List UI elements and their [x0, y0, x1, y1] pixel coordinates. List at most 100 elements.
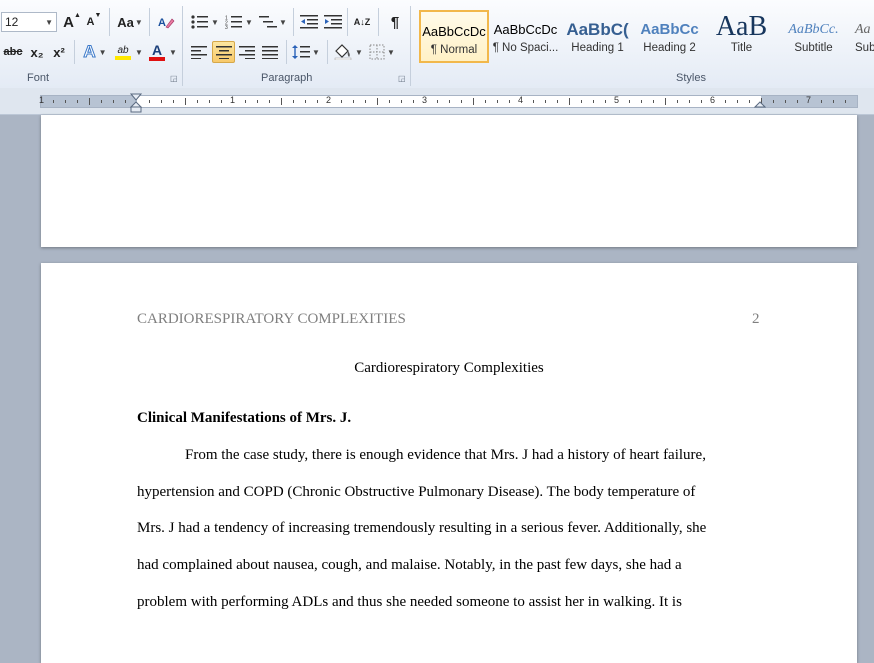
decrease-indent-icon — [300, 15, 318, 29]
clear-formatting-button[interactable]: A — [155, 12, 177, 32]
show-formatting-button[interactable]: ¶ — [384, 12, 406, 32]
ruler-tick — [533, 100, 534, 103]
bullets-dropdown-icon: ▼ — [211, 17, 219, 27]
ruler-tick — [161, 100, 162, 103]
separator — [327, 40, 328, 64]
separator — [293, 8, 294, 36]
ruler-tick — [89, 98, 90, 105]
ruler-tick — [365, 100, 366, 103]
line-spacing-button[interactable]: ▼ — [291, 42, 321, 62]
style-heading-2[interactable]: AaBbCc Heading 2 — [634, 10, 705, 63]
ruler-tick — [113, 100, 114, 103]
svg-text:3: 3 — [225, 25, 228, 29]
separator — [149, 8, 150, 36]
highlight-color-button[interactable]: ab ▼ — [113, 42, 145, 62]
ruler-tick — [209, 100, 210, 103]
separator — [347, 8, 348, 36]
align-right-button[interactable] — [237, 42, 257, 62]
ruler-tick — [581, 100, 582, 103]
subscript-button[interactable]: x₂ — [28, 42, 46, 62]
paragraph-group-label: Paragraph — [261, 72, 313, 84]
ruler-tick — [725, 100, 726, 103]
style-heading-1[interactable]: AaBbC( Heading 1 — [562, 10, 633, 63]
font-size-value: 12 — [5, 15, 19, 29]
justify-button[interactable] — [260, 42, 280, 62]
ruler-tick — [641, 100, 642, 103]
ruler-tick — [749, 100, 750, 103]
ruler-track: 1 1 2 3 4 5 6 7 — [39, 95, 858, 108]
ruler-tick — [305, 100, 306, 103]
grow-arrow-icon: ▲ — [73, 12, 81, 19]
change-case-dropdown-icon: ▼ — [134, 17, 143, 27]
shading-button[interactable]: ▼ — [332, 42, 364, 62]
bullets-button[interactable]: ▼ — [190, 12, 220, 32]
strikethrough-button[interactable]: abc — [2, 42, 24, 62]
text-effects-button[interactable]: A ▼ — [80, 42, 110, 62]
style-no-spacing[interactable]: AaBbCcDc ¶ No Spaci... — [490, 10, 561, 63]
align-right-icon — [239, 45, 255, 59]
ruler-tick — [77, 100, 78, 103]
font-size-dropdown-icon[interactable]: ▼ — [45, 18, 53, 27]
text-effects-dropdown-icon: ▼ — [98, 47, 107, 57]
ruler-tick — [293, 100, 294, 103]
superscript-button[interactable]: x² — [50, 42, 68, 62]
page-2[interactable]: CARDIORESPIRATORY COMPLEXITIES 2 Cardior… — [41, 263, 857, 663]
ruler-tick — [389, 100, 390, 103]
style-normal[interactable]: AaBbCcDc ¶ Normal — [419, 10, 489, 63]
increase-indent-button[interactable] — [322, 12, 344, 32]
ruler-number: 7 — [806, 95, 812, 105]
ruler-tick — [53, 100, 54, 103]
group-separator — [410, 6, 411, 86]
align-center-icon — [215, 45, 232, 59]
ruler-tick — [65, 100, 66, 103]
font-dialog-launcher-icon[interactable]: ◲ — [170, 74, 178, 83]
sort-button[interactable]: A↓Z — [351, 12, 373, 32]
borders-icon — [369, 44, 385, 60]
font-color-button[interactable]: A ▼ — [148, 42, 178, 62]
ruler-tick — [221, 100, 222, 103]
svg-text:A: A — [158, 17, 166, 29]
separator — [378, 8, 379, 36]
numbering-button[interactable]: 123 ▼ — [224, 12, 254, 32]
grow-font-button[interactable]: A ▲ — [63, 12, 81, 32]
decrease-indent-button[interactable] — [298, 12, 320, 32]
align-center-button[interactable] — [212, 41, 235, 63]
ruler-tick — [149, 100, 150, 103]
ruler-number: 6 — [710, 95, 716, 105]
separator — [109, 8, 110, 36]
font-size-box[interactable]: 12 ▼ — [1, 12, 57, 32]
ruler-number: 4 — [518, 95, 524, 105]
indent-markers-icon[interactable] — [130, 88, 142, 114]
change-case-button[interactable]: Aa ▼ — [116, 12, 144, 32]
ruler-ticks — [53, 98, 846, 105]
borders-button[interactable]: ▼ — [367, 42, 397, 62]
ruler-tick — [797, 100, 798, 103]
right-indent-marker-icon[interactable] — [754, 88, 766, 114]
body-line: Mrs. J had a tendency of increasing trem… — [137, 520, 707, 536]
multilevel-list-button[interactable]: ▼ — [258, 12, 288, 32]
font-group-label: Font — [27, 72, 50, 84]
ruler-tick — [341, 100, 342, 103]
align-left-button[interactable] — [189, 42, 209, 62]
horizontal-ruler[interactable]: 1 1 2 3 4 5 6 7 — [0, 88, 874, 115]
multilevel-list-icon — [259, 16, 278, 28]
ruler-tick — [821, 100, 822, 103]
body-line: problem with performing ADLs and thus sh… — [137, 594, 682, 610]
shading-bucket-icon — [334, 44, 352, 60]
ruler-tick — [605, 100, 606, 103]
ruler-tick — [461, 100, 462, 103]
ruler-tick — [449, 100, 450, 103]
ruler-tick — [737, 100, 738, 103]
ruler-tick — [833, 100, 834, 103]
section-heading: Clinical Manifestations of Mrs. J. — [137, 410, 352, 426]
style-subtle-emphasis[interactable]: Aa Sub — [850, 10, 874, 63]
shrink-arrow-icon: ▼ — [94, 12, 102, 19]
style-title[interactable]: AaB Title — [706, 10, 777, 63]
shrink-font-button[interactable]: A ▼ — [85, 12, 103, 32]
page-1-bottom[interactable] — [41, 115, 857, 247]
paragraph-dialog-launcher-icon[interactable]: ◲ — [398, 74, 406, 83]
header-page-number: 2 — [752, 311, 760, 327]
ruler-number: 1 — [39, 95, 45, 105]
style-subtitle[interactable]: AaBbCc. Subtitle — [778, 10, 849, 63]
body-line: had complained about nausea, cough, and … — [137, 557, 682, 573]
